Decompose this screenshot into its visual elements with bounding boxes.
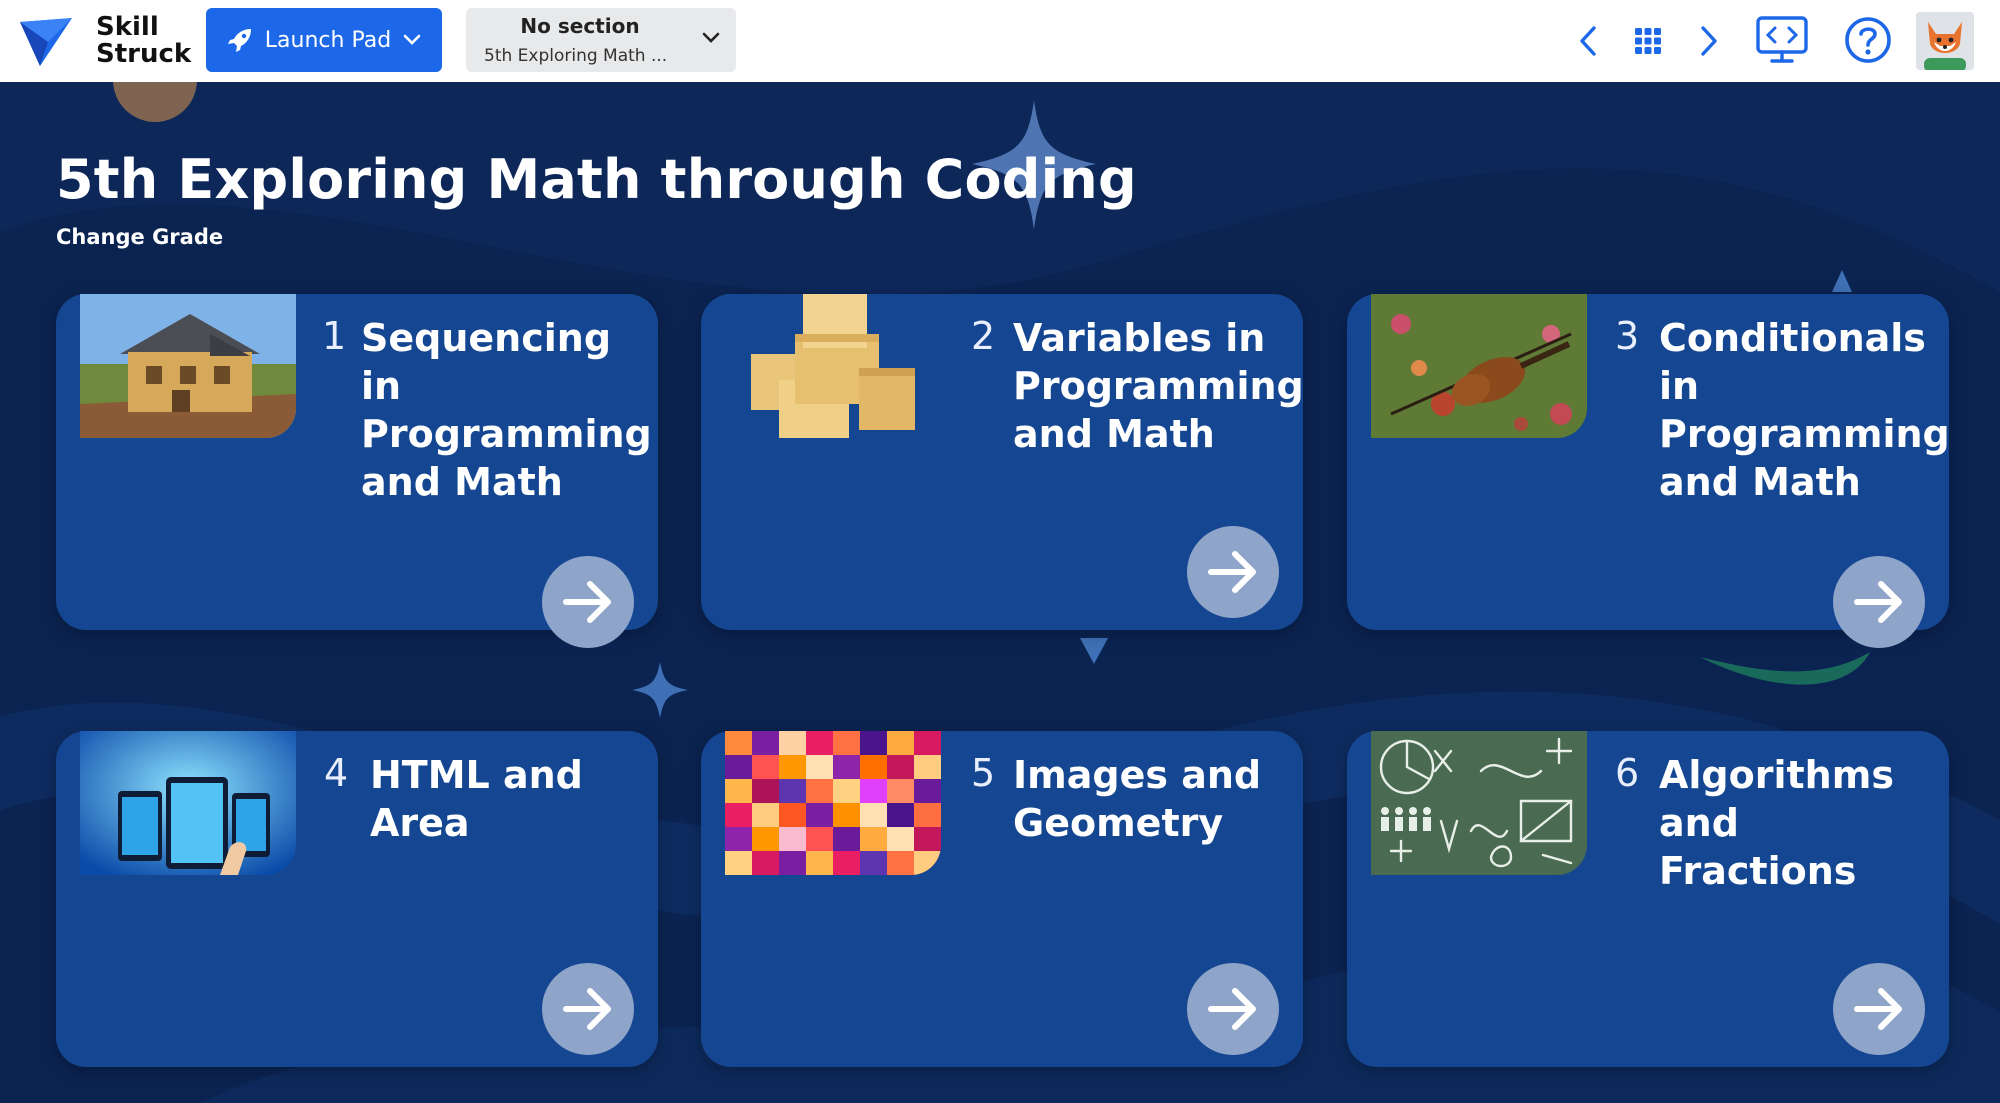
- unit-title: HTML and Area: [370, 753, 583, 845]
- rocket-icon: [227, 29, 251, 52]
- unit-card-4[interactable]: 4 HTML and Area: [56, 731, 658, 1067]
- launch-pad-label: Launch Pad: [264, 27, 392, 53]
- open-unit-button[interactable]: [1833, 556, 1925, 648]
- chevron-down-icon: [702, 32, 720, 43]
- unit-title: Variables in Programming and Math: [1013, 316, 1304, 456]
- grid-menu-icon[interactable]: [1634, 27, 1662, 55]
- help-icon[interactable]: [1844, 16, 1892, 64]
- section-label: No section: [520, 14, 640, 38]
- unit-title: Conditionals in Programming and Math: [1659, 316, 1950, 504]
- boxes-photo: [725, 294, 941, 438]
- chevron-left-icon[interactable]: [1576, 24, 1600, 58]
- user-avatar[interactable]: [1916, 12, 1974, 70]
- logo-icon: [20, 18, 72, 66]
- unit-number: 5: [971, 751, 996, 795]
- open-unit-button[interactable]: [542, 556, 634, 648]
- unit-card-6[interactable]: 6 Algorithms and Fractions: [1347, 731, 1949, 1067]
- skill-struck-logo[interactable]: Skill Struck: [18, 12, 198, 72]
- logo-line1: Skill: [96, 12, 159, 42]
- open-unit-button[interactable]: [1187, 526, 1279, 618]
- arrow-right-icon: [563, 581, 611, 623]
- arrow-right-icon: [1854, 581, 1902, 623]
- unit-card-2[interactable]: 2 Variables in Programming and Math: [701, 294, 1304, 630]
- code-monitor-icon[interactable]: [1756, 16, 1808, 64]
- fox-avatar-icon: [1916, 12, 1974, 70]
- unit-number: 2: [971, 314, 996, 358]
- unit-number: 1: [322, 314, 347, 358]
- page-title: 5th Exploring Math through Coding: [56, 148, 1137, 211]
- arrow-right-icon: [563, 988, 611, 1030]
- chevron-down-icon: [403, 34, 421, 45]
- devices-photo: [80, 731, 296, 875]
- logo-line2: Struck: [96, 39, 192, 69]
- top-bar: Skill Struck Launch Pad No section 5th E…: [0, 0, 2000, 82]
- change-grade-link[interactable]: Change Grade: [56, 225, 223, 249]
- arrow-right-icon: [1854, 988, 1902, 1030]
- chalkboard-photo: [1371, 731, 1587, 875]
- section-dropdown[interactable]: No section 5th Exploring Math ...: [466, 8, 736, 72]
- unit-card-3[interactable]: 3 Conditionals in Programming and Math: [1347, 294, 1950, 648]
- mosaic-photo: [725, 731, 941, 875]
- open-unit-button[interactable]: [1833, 963, 1925, 1055]
- unit-number: 3: [1615, 314, 1640, 358]
- violin-photo: [1371, 294, 1587, 438]
- arrow-right-icon: [1208, 988, 1256, 1030]
- course-short-label: 5th Exploring Math ...: [484, 46, 668, 66]
- unit-number: 6: [1615, 751, 1640, 795]
- open-unit-button[interactable]: [1187, 963, 1279, 1055]
- logo-text: Skill Struck: [96, 14, 191, 68]
- unit-title: Sequencing in Programming and Math: [361, 316, 652, 504]
- chevron-right-icon[interactable]: [1697, 24, 1721, 58]
- unit-card-5[interactable]: 5 Images and Geometry: [701, 731, 1303, 1067]
- open-unit-button[interactable]: [542, 963, 634, 1055]
- unit-title: Algorithms and Fractions: [1659, 753, 1894, 893]
- arrow-right-icon: [1208, 551, 1256, 593]
- launch-pad-button[interactable]: Launch Pad: [206, 8, 442, 72]
- unit-card-1[interactable]: 1 Sequencing in Programming and Math: [56, 294, 658, 648]
- unit-title: Images and Geometry: [1013, 753, 1262, 845]
- house-photo: [80, 294, 296, 438]
- unit-number: 4: [324, 751, 349, 795]
